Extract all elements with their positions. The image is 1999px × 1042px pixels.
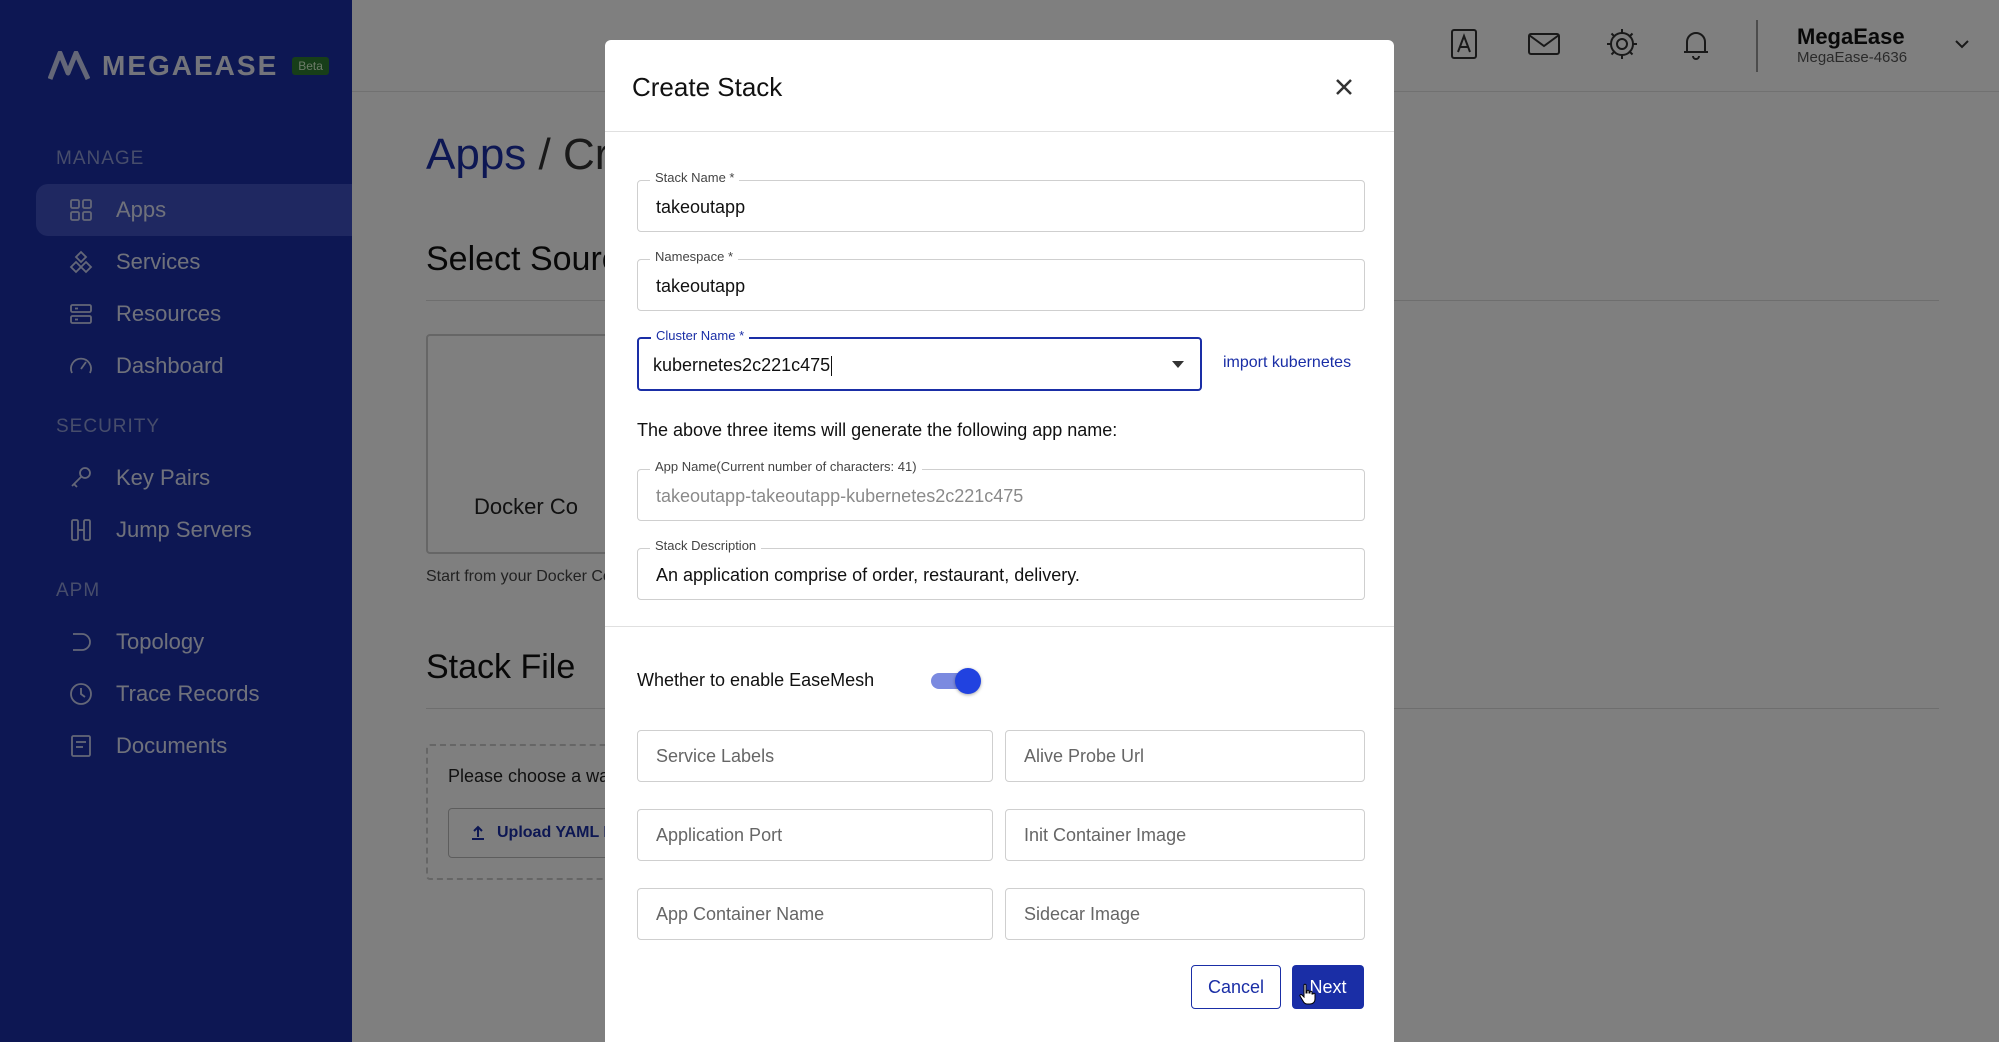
close-button[interactable] (1329, 72, 1359, 102)
text-cursor (831, 356, 833, 377)
dialog-title: Create Stack (632, 72, 783, 102)
dropdown-arrow-icon[interactable] (1172, 361, 1184, 368)
stack-description-label: Stack Description (650, 538, 762, 553)
cluster-name-select[interactable]: Cluster Name * kubernetes2c221c475 (637, 328, 1202, 391)
toggle-knob (955, 668, 981, 694)
app-name-field: App Name(Current number of characters: 4… (637, 459, 1365, 521)
app-name-info-text: The above three items will generate the … (637, 420, 1118, 440)
sidecar-image-text[interactable] (1006, 889, 1364, 939)
stack-description-field[interactable]: Stack Description An application compris… (637, 538, 1365, 600)
namespace-value: takeoutapp (656, 276, 746, 296)
init-container-image-text[interactable] (1006, 810, 1364, 860)
application-port-input[interactable] (637, 809, 993, 861)
import-kubernetes-link[interactable]: import kubernetes (1223, 354, 1351, 372)
cluster-name-label: Cluster Name * (651, 328, 750, 343)
cancel-button[interactable]: Cancel (1191, 965, 1281, 1009)
service-labels-input[interactable] (637, 730, 993, 782)
namespace-field[interactable]: Namespace * takeoutapp (637, 249, 1365, 311)
sidecar-image-input[interactable] (1005, 888, 1365, 940)
app-name-label: App Name(Current number of characters: 4… (650, 459, 922, 474)
alive-probe-url-text[interactable] (1006, 731, 1364, 781)
easemesh-label: Whether to enable EaseMesh (637, 670, 875, 690)
cluster-name-value-wrap: kubernetes2c221c475 (653, 355, 833, 377)
close-icon (1336, 79, 1352, 95)
app-name-value: takeoutapp-takeoutapp-kubernetes2c221c47… (656, 486, 1024, 506)
service-labels-text[interactable] (638, 731, 992, 781)
stack-description-value: An application comprise of order, restau… (656, 565, 1080, 585)
stack-name-value: takeoutapp (656, 197, 746, 217)
stack-name-label: Stack Name * (650, 170, 740, 185)
namespace-label: Namespace * (650, 249, 739, 264)
app-container-name-text[interactable] (638, 889, 992, 939)
app-container-name-input[interactable] (637, 888, 993, 940)
easemesh-toggle[interactable] (931, 666, 981, 696)
create-stack-dialog: Create Stack Stack Name * takeoutapp Nam… (605, 40, 1394, 1042)
hand-cursor-icon (1299, 983, 1316, 1005)
init-container-image-input[interactable] (1005, 809, 1365, 861)
dialog-header: Create Stack (605, 40, 1394, 132)
cluster-name-value: kubernetes2c221c475 (653, 355, 831, 375)
dialog-divider (605, 626, 1394, 627)
application-port-text[interactable] (638, 810, 992, 860)
alive-probe-url-input[interactable] (1005, 730, 1365, 782)
stack-name-field[interactable]: Stack Name * takeoutapp (637, 170, 1365, 232)
